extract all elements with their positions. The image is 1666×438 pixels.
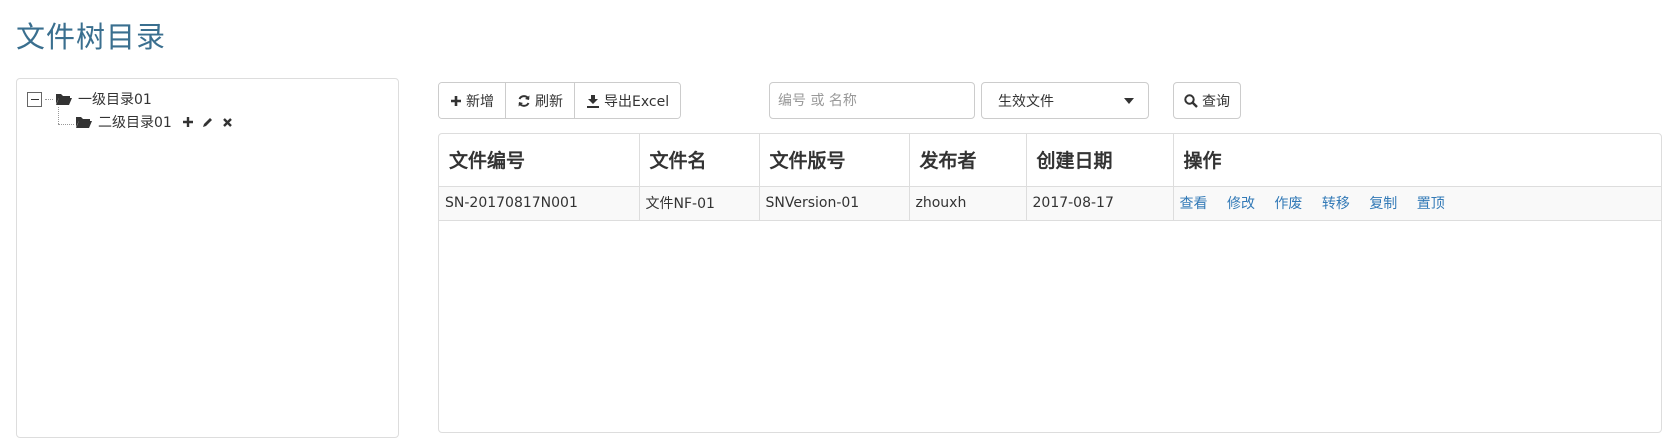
add-button-label: 新增 xyxy=(466,93,494,110)
table-header-row: 文件编号 文件名 文件版号 发布者 创建日期 操作 xyxy=(439,134,1661,187)
tree-node-root[interactable]: 一级目录01 xyxy=(27,89,152,109)
search-input[interactable] xyxy=(769,82,975,119)
search-icon xyxy=(1184,93,1198,108)
plus-icon xyxy=(451,95,461,106)
column-header-publisher[interactable]: 发布者 xyxy=(909,134,1027,187)
export-icon xyxy=(587,94,599,108)
cell-publisher: zhouxh xyxy=(909,186,1027,221)
column-header-ops: 操作 xyxy=(1173,134,1661,187)
edit-link[interactable]: 修改 xyxy=(1227,196,1255,212)
cell-version: SNVersion-01 xyxy=(759,186,910,221)
table-row[interactable]: SN-20170817N001 文件NF-01 SNVersion-01 zho… xyxy=(439,186,1661,221)
tree-connector xyxy=(45,98,53,100)
copy-link[interactable]: 复制 xyxy=(1369,196,1397,212)
folder-open-icon xyxy=(76,117,92,128)
minus-box-icon[interactable] xyxy=(27,91,42,107)
export-excel-button[interactable]: 导出Excel xyxy=(574,83,681,118)
transfer-link[interactable]: 转移 xyxy=(1322,196,1350,212)
cell-file-name: 文件NF-01 xyxy=(639,186,760,221)
status-select[interactable]: 生效文件 xyxy=(981,82,1149,119)
tree-node-child[interactable]: 二级目录01 xyxy=(75,112,236,132)
file-table: 文件编号 文件名 文件版号 发布者 创建日期 操作 SN-20170817N00… xyxy=(439,134,1661,221)
close-icon[interactable] xyxy=(220,114,236,130)
toolbar-button-group: 新增 刷新 导出Excel xyxy=(438,82,682,119)
page-title: 文件树目录 xyxy=(16,20,167,54)
view-link[interactable]: 查看 xyxy=(1180,196,1208,212)
tree-connector-vertical xyxy=(58,107,59,124)
pin-top-link[interactable]: 置顶 xyxy=(1417,196,1445,212)
file-table-panel: 文件编号 文件名 文件版号 发布者 创建日期 操作 SN-20170817N00… xyxy=(438,133,1662,433)
column-header-file-no[interactable]: 文件编号 xyxy=(439,134,640,187)
folder-open-icon xyxy=(56,94,72,105)
refresh-button[interactable]: 刷新 xyxy=(505,83,574,118)
pencil-icon[interactable] xyxy=(200,114,216,130)
add-button[interactable]: 新增 xyxy=(439,83,505,118)
void-link[interactable]: 作废 xyxy=(1274,196,1302,212)
directory-tree-panel: 一级目录01 二级目录01 xyxy=(16,78,399,438)
tree-connector-horizontal xyxy=(58,124,74,125)
chevron-down-icon xyxy=(1124,97,1134,104)
column-header-created[interactable]: 创建日期 xyxy=(1026,134,1174,187)
refresh-button-label: 刷新 xyxy=(535,93,563,110)
query-button-label: 查询 xyxy=(1202,93,1230,110)
column-header-file-name[interactable]: 文件名 xyxy=(639,134,760,187)
query-button[interactable]: 查询 xyxy=(1173,82,1241,119)
refresh-icon xyxy=(518,94,530,107)
plus-icon[interactable] xyxy=(180,114,196,130)
tree-node-root-label: 一级目录01 xyxy=(78,92,152,108)
column-header-version[interactable]: 文件版号 xyxy=(759,134,910,187)
cell-file-no: SN-20170817N001 xyxy=(439,186,640,221)
tree-node-child-label: 二级目录01 xyxy=(98,115,172,131)
status-select-value: 生效文件 xyxy=(998,93,1054,110)
export-excel-button-label: 导出Excel xyxy=(604,93,670,110)
cell-created: 2017-08-17 xyxy=(1026,186,1174,221)
cell-ops: 查看 修改 作废 转移 复制 置顶 xyxy=(1173,186,1661,221)
